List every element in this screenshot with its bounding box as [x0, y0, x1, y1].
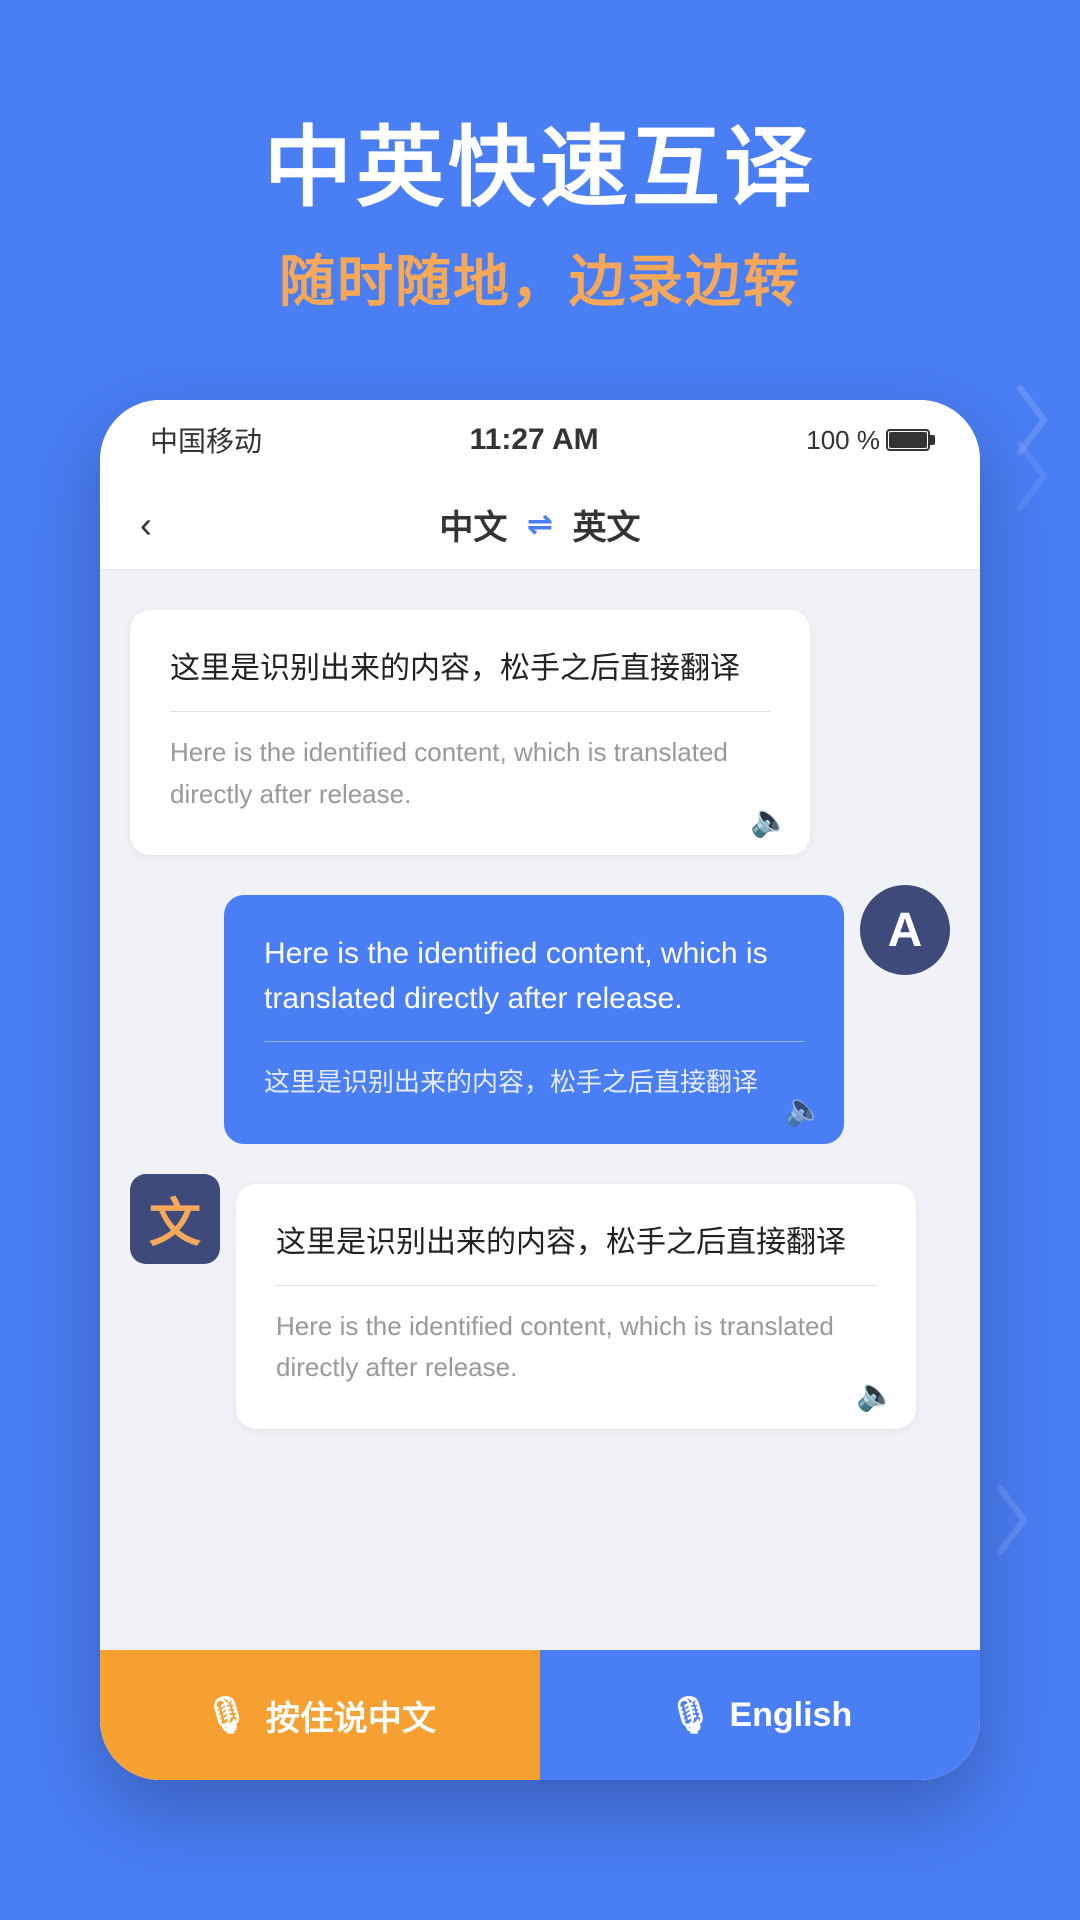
english-button-label: English — [729, 1696, 852, 1735]
chinese-badge: 文 — [130, 1174, 220, 1264]
battery-icon — [886, 429, 930, 451]
status-bar: 中国移动 11:27 AM 100 % — [100, 400, 980, 480]
phone-mockup: 中国移动 11:27 AM 100 % ‹ 中文 ⇌ 英文 这里是识别出来的内容… — [100, 400, 980, 1780]
time-text: 11:27 AM — [470, 423, 599, 457]
chat-area: 这里是识别出来的内容，松手之后直接翻译 Here is the identifi… — [100, 570, 980, 1650]
back-button[interactable]: ‹ — [140, 504, 152, 546]
original-text: 这里是识别出来的内容，松手之后直接翻译 — [170, 646, 770, 691]
lang-left: 中文 — [439, 500, 507, 549]
divider-right — [264, 1041, 804, 1042]
message-bubble-left-2: 这里是识别出来的内容，松手之后直接翻译 Here is the identifi… — [236, 1184, 916, 1429]
nav-bar: ‹ 中文 ⇌ 英文 — [100, 480, 980, 570]
speak-chinese-button[interactable]: 🎙 按住说中文 — [100, 1650, 540, 1780]
nav-title: 中文 ⇌ 英文 — [439, 500, 640, 549]
sound-icon-2[interactable]: 🔈 — [856, 1375, 896, 1413]
avatar: A — [860, 885, 950, 975]
divider-2 — [276, 1285, 876, 1286]
divider — [170, 711, 770, 712]
mic-icon-english: 🎙 — [668, 1694, 714, 1736]
message-bubble-right: Here is the identified content, which is… — [224, 895, 844, 1144]
header-section: 中英快速互译 随时随地，边录边转 — [0, 0, 1080, 318]
message-bubble-right-wrapper: Here is the identified content, which is… — [224, 895, 950, 1144]
original-text-right: Here is the identified content, which is… — [264, 931, 804, 1021]
sound-icon-right[interactable]: 🔈 — [784, 1090, 824, 1128]
message-bubble-left-1: 这里是识别出来的内容，松手之后直接翻译 Here is the identifi… — [130, 610, 810, 855]
translated-text-2: Here is the identified content, which is… — [276, 1306, 876, 1389]
speak-english-button[interactable]: 🎙 English — [540, 1650, 980, 1780]
sound-icon[interactable]: 🔈 — [750, 801, 790, 839]
bottom-buttons: 🎙 按住说中文 🎙 English — [100, 1650, 980, 1780]
chinese-button-label: 按住说中文 — [266, 1691, 436, 1740]
swap-icon[interactable]: ⇌ — [527, 507, 552, 542]
translated-text: Here is the identified content, which is… — [170, 732, 770, 815]
sub-title: 随时随地，边录边转 — [0, 237, 1080, 318]
original-text-2: 这里是识别出来的内容，松手之后直接翻译 — [276, 1220, 876, 1265]
main-title: 中英快速互译 — [0, 120, 1080, 217]
mic-icon-chinese: 🎙 — [204, 1694, 250, 1736]
carrier-text: 中国移动 — [150, 420, 262, 460]
battery-indicator: 100 % — [806, 425, 930, 456]
translated-text-right: 这里是识别出来的内容，松手之后直接翻译 — [264, 1062, 804, 1104]
message-left-2-wrapper: 文 这里是识别出来的内容，松手之后直接翻译 Here is the identi… — [130, 1184, 950, 1429]
lang-right: 英文 — [573, 500, 641, 549]
